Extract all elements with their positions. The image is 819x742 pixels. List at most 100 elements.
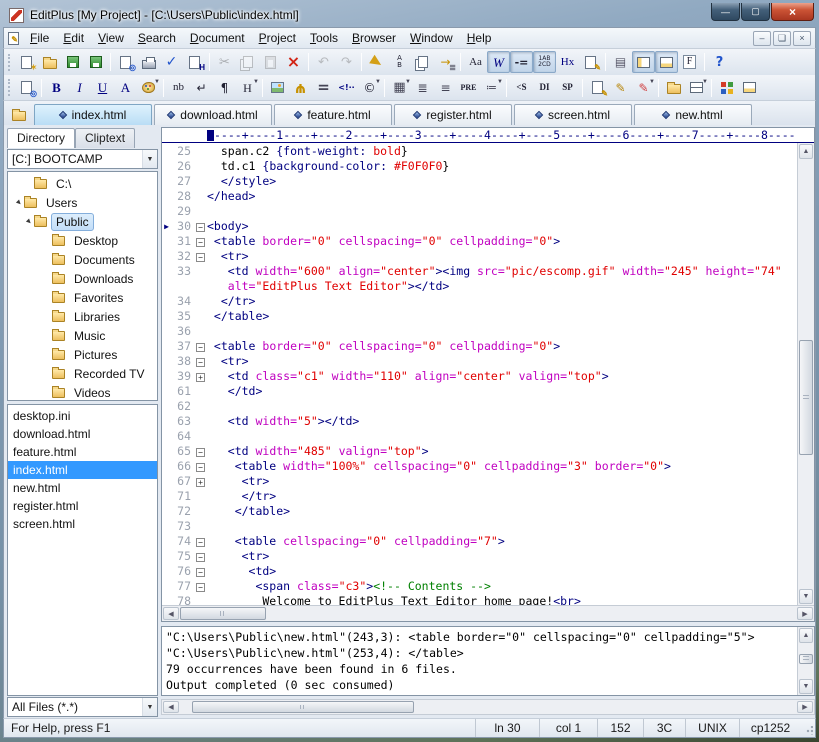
paragraph-button[interactable]: ¶: [213, 77, 236, 99]
fold-toggle-icon[interactable]: −: [194, 579, 207, 594]
tree-item-users[interactable]: ▾Users: [8, 193, 157, 212]
fold-toggle-icon[interactable]: −: [194, 459, 207, 474]
code-line[interactable]: 66− <table width="100%" cellspacing="0" …: [162, 459, 797, 474]
tab-space-button[interactable]: -=: [510, 51, 533, 73]
fold-toggle-icon[interactable]: −: [194, 549, 207, 564]
tree-item-favorites[interactable]: Favorites: [8, 288, 157, 307]
menu-project[interactable]: Project: [252, 29, 303, 47]
redo-button[interactable]: ↷: [335, 51, 358, 73]
scroll-thumb[interactable]: [180, 607, 266, 620]
tree-item-desktop[interactable]: Desktop: [8, 231, 157, 250]
word-wrap-button[interactable]: W: [487, 51, 510, 73]
tab-cliptext[interactable]: Cliptext: [75, 128, 135, 148]
split-window-button[interactable]: ▼: [685, 77, 708, 99]
chevron-down-icon[interactable]: ▼: [142, 698, 157, 716]
close-button[interactable]: ×: [771, 3, 814, 21]
maximize-button[interactable]: ▢: [741, 3, 770, 21]
underline-button[interactable]: U: [91, 77, 114, 99]
mdi-close-button[interactable]: ×: [793, 31, 811, 46]
context-help-button[interactable]: ?: [708, 51, 731, 73]
output-window-button[interactable]: [655, 51, 678, 73]
file-item-register-html[interactable]: register.html: [8, 497, 157, 515]
code-line[interactable]: 35 </table>: [162, 309, 797, 324]
fold-toggle-icon[interactable]: −: [194, 249, 207, 264]
fold-toggle-icon[interactable]: −: [194, 339, 207, 354]
italic-button[interactable]: I: [68, 77, 91, 99]
code-line[interactable]: 32− <tr>: [162, 249, 797, 264]
fold-toggle-icon[interactable]: −: [194, 534, 207, 549]
tree-item-videos[interactable]: Videos: [8, 383, 157, 401]
code-line[interactable]: 72 </table>: [162, 504, 797, 519]
expand-icon[interactable]: +: [196, 373, 205, 382]
code-line[interactable]: 31− <table border="0" cellspacing="0" ce…: [162, 234, 797, 249]
code-line[interactable]: 64: [162, 429, 797, 444]
scroll-thumb[interactable]: [192, 701, 414, 713]
open-file-button[interactable]: [38, 51, 61, 73]
code-line[interactable]: 33 <td width="600" align="center"><img s…: [162, 264, 797, 279]
mdi-minimize-button[interactable]: –: [753, 31, 771, 46]
code-lines[interactable]: 25 span.c2 {font-weight: bold}26 td.c1 {…: [162, 143, 797, 605]
image-button[interactable]: [266, 77, 289, 99]
fold-toggle-icon[interactable]: −: [194, 444, 207, 459]
div-button[interactable]: ≣: [411, 77, 434, 99]
tab-list-button[interactable]: [6, 104, 32, 124]
menu-window[interactable]: Window: [403, 29, 460, 47]
comment-button[interactable]: <!··: [335, 77, 358, 99]
tree-item-music[interactable]: Music: [8, 326, 157, 345]
fullscreen-button[interactable]: F: [678, 51, 701, 73]
code-line[interactable]: 75− <tr>: [162, 549, 797, 564]
expand-icon[interactable]: +: [196, 478, 205, 487]
code-line[interactable]: 74− <table cellspacing="0" cellpadding="…: [162, 534, 797, 549]
collapse-icon[interactable]: −: [196, 358, 205, 367]
save-button[interactable]: [61, 51, 84, 73]
editor-horizontal-scrollbar[interactable]: ◀ ▶: [162, 605, 814, 621]
folder-window-button[interactable]: [662, 77, 685, 99]
chevron-down-icon[interactable]: ▼: [142, 150, 157, 168]
fold-toggle-icon[interactable]: +: [194, 474, 207, 489]
tab-screen.html[interactable]: screen.html: [514, 104, 632, 125]
menu-help[interactable]: Help: [460, 29, 499, 47]
pre-button[interactable]: PRE: [457, 77, 480, 99]
script-button[interactable]: ✎▼: [632, 77, 655, 99]
scroll-track[interactable]: [180, 701, 796, 713]
tab-register.html[interactable]: register.html: [394, 104, 512, 125]
collapse-icon[interactable]: −: [196, 568, 205, 577]
code-line[interactable]: 78 Welcome to EditPlus Text Editor home …: [162, 594, 797, 605]
tree-item-c-[interactable]: C:\: [8, 174, 157, 193]
file-item-desktop-ini[interactable]: desktop.ini: [8, 407, 157, 425]
html-document-button[interactable]: H: [183, 51, 206, 73]
mdi-restore-button[interactable]: ❏: [773, 31, 791, 46]
scroll-down-icon[interactable]: ▼: [799, 589, 813, 604]
css-button[interactable]: ✎: [609, 77, 632, 99]
browser-button[interactable]: [715, 77, 738, 99]
tab-download.html[interactable]: download.html: [154, 104, 272, 125]
tree-item-pictures[interactable]: Pictures: [8, 345, 157, 364]
file-item-screen-html[interactable]: screen.html: [8, 515, 157, 533]
change-case-button[interactable]: Aa: [464, 51, 487, 73]
color-button[interactable]: ▼: [137, 77, 160, 99]
scroll-left-icon[interactable]: ◀: [163, 701, 179, 713]
minimize-button[interactable]: —: [711, 3, 740, 21]
code-line[interactable]: alt="EditPlus Text Editor"></td>: [162, 279, 797, 294]
scroll-up-icon[interactable]: ▲: [799, 628, 813, 643]
tab-new.html[interactable]: new.html: [634, 104, 752, 125]
tree-item-libraries[interactable]: Libraries: [8, 307, 157, 326]
strikethrough-button[interactable]: <S: [510, 77, 533, 99]
output-vertical-scrollbar[interactable]: ▲ ▼: [797, 627, 814, 695]
tab-directory[interactable]: Directory: [7, 128, 75, 148]
scroll-down-icon[interactable]: ▼: [799, 679, 813, 694]
code-line[interactable]: 73: [162, 519, 797, 534]
file-item-feature-html[interactable]: feature.html: [8, 443, 157, 461]
hr-button[interactable]: =: [312, 77, 335, 99]
collapse-icon[interactable]: −: [196, 223, 205, 232]
code-line[interactable]: ▶30−<body>: [162, 219, 797, 234]
paste-button[interactable]: [259, 51, 282, 73]
code-line[interactable]: 27 </style>: [162, 174, 797, 189]
code-line[interactable]: 38− <tr>: [162, 354, 797, 369]
code-line[interactable]: 25 span.c2 {font-weight: bold}: [162, 144, 797, 159]
code-line[interactable]: 29: [162, 204, 797, 219]
code-line[interactable]: 61 </td>: [162, 384, 797, 399]
fold-toggle-icon[interactable]: −: [194, 219, 207, 234]
undo-button[interactable]: ↶: [312, 51, 335, 73]
scroll-thumb[interactable]: [799, 654, 813, 664]
